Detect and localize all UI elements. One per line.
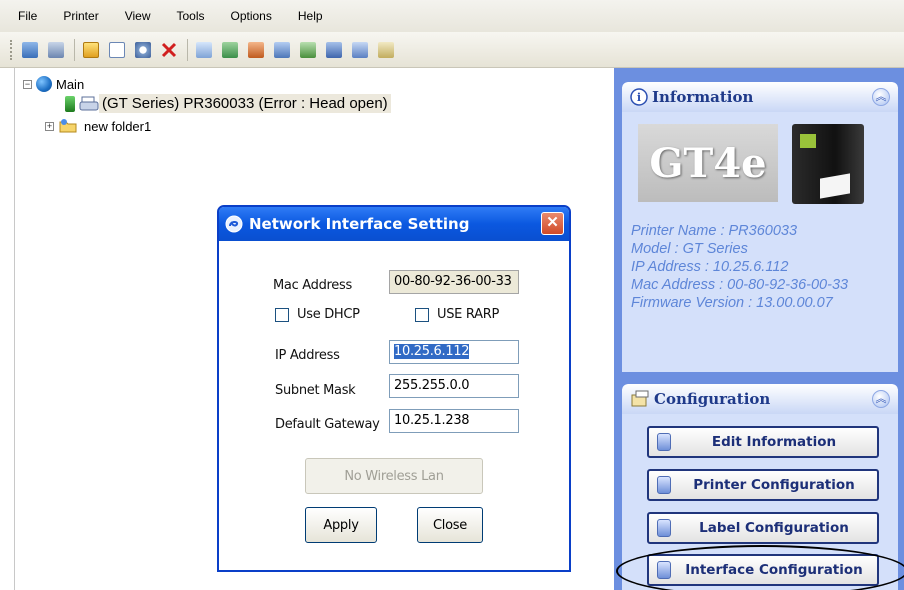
information-header[interactable]: i Information ︽ (622, 82, 898, 112)
toolbar-grip[interactable] (10, 39, 14, 60)
printer-image (792, 124, 864, 204)
subnet-mask-label: Subnet Mask (275, 383, 356, 398)
configuration-header[interactable]: Configuration ︽ (622, 384, 898, 414)
menu-file[interactable]: File (18, 9, 37, 23)
collapse-chevron-icon[interactable]: ︽ (872, 390, 890, 408)
tree-node-main[interactable]: − Main (23, 76, 84, 92)
menu-help[interactable]: Help (298, 9, 323, 23)
refresh-icon[interactable] (246, 40, 266, 60)
menu-tools[interactable]: Tools (176, 9, 204, 23)
info-ip-address: IP Address : 10.25.6.112 (631, 259, 789, 275)
info-icon: i (630, 88, 648, 106)
close-icon[interactable]: ✕ (541, 212, 564, 235)
tree-node-label: Main (56, 76, 85, 92)
app-icon (225, 215, 243, 233)
info-mac-address: Mac Address : 00-80-92-36-00-33 (631, 277, 849, 293)
label-configuration-button[interactable]: Label Configuration (647, 512, 879, 544)
tree-node-printer[interactable]: (GT Series) PR360033 (Error : Head open) (65, 94, 391, 113)
document-icon[interactable] (107, 40, 127, 60)
network-interface-dialog: Network Interface Setting ✕ Mac Address … (217, 205, 571, 572)
highlight-oval (616, 545, 904, 590)
delete-icon[interactable] (159, 40, 179, 60)
menu-options[interactable]: Options (231, 9, 272, 23)
save-icon[interactable] (350, 40, 370, 60)
information-body: GT4e Printer Name : PR360033 Model : GT … (622, 112, 898, 372)
image-icon[interactable] (272, 40, 292, 60)
default-gateway-input[interactable]: 10.25.1.238 (389, 409, 519, 433)
connection-status-icon (65, 95, 75, 112)
label-config-icon (657, 519, 671, 537)
apply-button[interactable]: Apply (305, 507, 377, 543)
printer-config-icon (657, 476, 671, 494)
printer-icon (79, 96, 99, 110)
default-gateway-label: Default Gateway (275, 417, 380, 432)
globe-icon (36, 76, 52, 92)
edit-icon (657, 433, 671, 451)
printer-configuration-button[interactable]: Printer Configuration (647, 469, 879, 501)
information-title: Information (652, 88, 754, 106)
settings-icon[interactable] (298, 40, 318, 60)
information-card: i Information ︽ GT4e Printer Name : PR36… (622, 82, 898, 372)
menu-printer[interactable]: Printer (63, 9, 98, 23)
menu-bar: File Printer View Tools Options Help (0, 0, 904, 32)
subnet-mask-input[interactable]: 255.255.0.0 (389, 374, 519, 398)
properties-icon[interactable] (81, 40, 101, 60)
tree-node-label: (GT Series) PR360033 (Error : Head open) (99, 94, 391, 113)
configuration-icon (631, 390, 649, 407)
ip-address-label: IP Address (275, 348, 340, 363)
export-icon[interactable] (376, 40, 396, 60)
printer-list-icon[interactable] (46, 40, 66, 60)
configuration-title: Configuration (654, 390, 771, 408)
toolbar (0, 32, 904, 68)
close-button[interactable]: Close (417, 507, 483, 543)
product-logo: GT4e (638, 124, 778, 202)
dialog-titlebar[interactable]: Network Interface Setting ✕ (219, 207, 569, 241)
add-printer-icon[interactable] (20, 40, 40, 60)
collapse-chevron-icon[interactable]: ︽ (872, 88, 890, 106)
copy-icon[interactable] (194, 40, 214, 60)
ip-address-input[interactable]: 10.25.6.112 (389, 340, 519, 364)
tree-node-label: new folder1 (84, 118, 152, 134)
collapse-toggle-icon[interactable]: − (23, 79, 32, 89)
dialog-body: Mac Address 00-80-92-36-00-33 Use DHCP U… (219, 241, 569, 570)
info-model: Model : GT Series (631, 241, 748, 257)
use-dhcp-checkbox[interactable]: Use DHCP (275, 307, 360, 322)
mac-address-field: 00-80-92-36-00-33 (389, 270, 519, 294)
no-wireless-lan-button: No Wireless Lan (305, 458, 483, 494)
menu-view[interactable]: View (125, 9, 151, 23)
search-printer-icon[interactable] (133, 40, 153, 60)
network-icon[interactable] (324, 40, 344, 60)
info-printer-name: Printer Name : PR360033 (631, 223, 798, 239)
tree-node-folder[interactable]: + new folder1 (45, 118, 151, 134)
expand-toggle-icon[interactable]: + (45, 121, 54, 131)
folder-icon (59, 119, 77, 133)
info-firmware-version: Firmware Version : 13.00.00.07 (631, 295, 833, 311)
svg-text:i: i (637, 91, 641, 104)
edit-information-button[interactable]: Edit Information (647, 426, 879, 458)
toolbar-separator (74, 38, 75, 61)
dialog-title: Network Interface Setting (249, 215, 470, 233)
task-panel: i Information ︽ GT4e Printer Name : PR36… (614, 68, 904, 590)
toolbar-separator (187, 38, 188, 61)
mac-address-label: Mac Address (273, 278, 352, 293)
use-rarp-checkbox[interactable]: USE RARP (415, 307, 499, 322)
monitor-icon[interactable] (220, 40, 240, 60)
